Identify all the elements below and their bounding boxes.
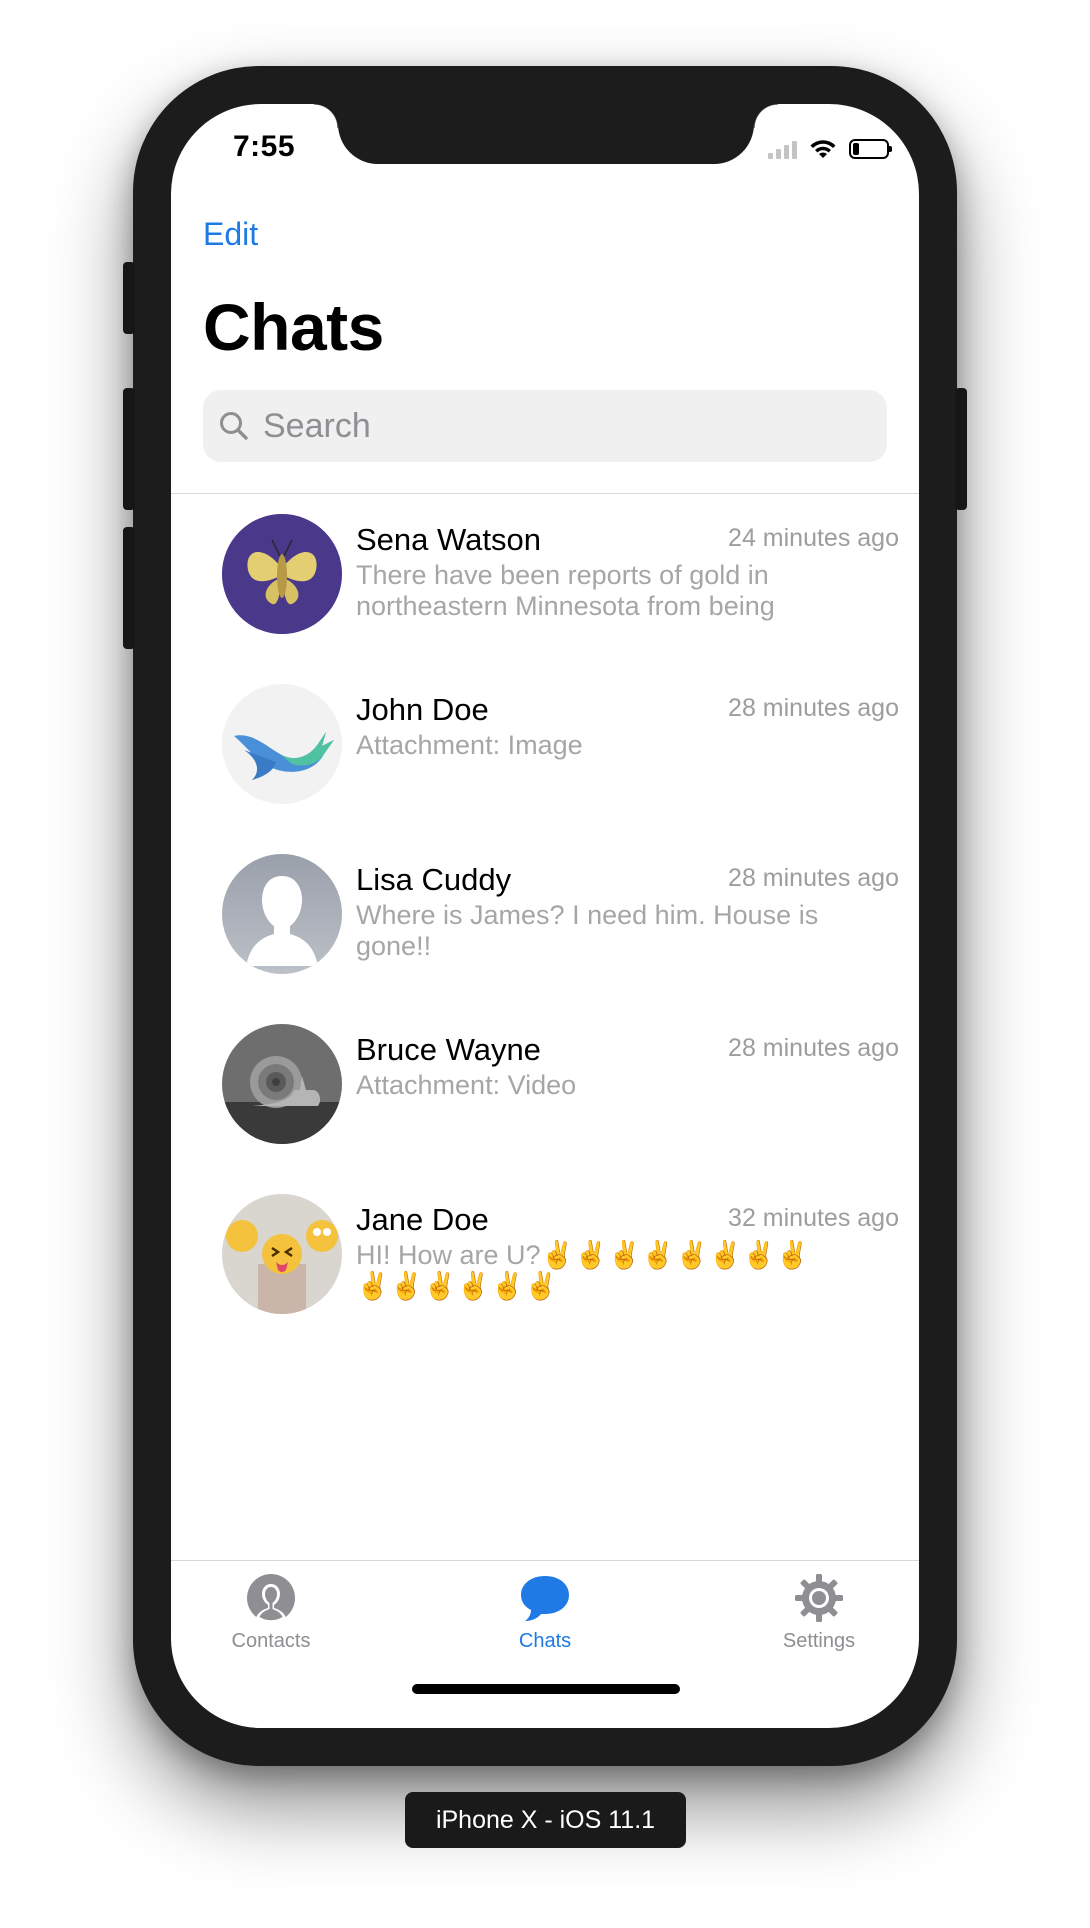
chat-preview: There have been reports of gold in north…: [356, 560, 775, 621]
chat-row[interactable]: Lisa Cuddy 28 minutes ago Where is James…: [171, 854, 919, 1024]
chat-name: Bruce Wayne: [356, 1032, 541, 1067]
tab-label: Chats: [518, 1630, 572, 1652]
chat-row[interactable]: Bruce Wayne 28 minutes ago Attachment: V…: [171, 1024, 919, 1194]
chat-time: 24 minutes ago: [728, 524, 899, 552]
tab-label: Settings: [782, 1630, 856, 1652]
butterfly-avatar-icon: [222, 514, 342, 634]
power-button: [955, 388, 967, 510]
volume-down-button: [123, 527, 135, 649]
tab-bar-divider: [171, 1560, 919, 1561]
avatar: [222, 1024, 342, 1144]
battery-icon: [849, 139, 892, 159]
chat-row[interactable]: Jane Doe 32 minutes ago HI! How are U?✌️…: [171, 1194, 919, 1364]
chat-name: Lisa Cuddy: [356, 862, 512, 897]
nav-divider: [171, 493, 919, 494]
bird-logo-avatar-icon: [222, 684, 342, 804]
person-circle-icon: [247, 1574, 295, 1624]
chat-time: 28 minutes ago: [728, 864, 899, 892]
phone-screen: 7:55 Edit Chats Search Sena Watson 24 mi…: [171, 104, 919, 1728]
search-icon: [220, 412, 248, 440]
chat-time: 28 minutes ago: [728, 694, 899, 722]
chat-time: 28 minutes ago: [728, 1034, 899, 1062]
emoji-group-avatar-icon: [222, 1194, 342, 1314]
silent-switch: [123, 262, 135, 334]
chat-preview: Attachment: Image: [356, 730, 583, 760]
gear-icon: [795, 1574, 843, 1622]
tab-settings[interactable]: Settings: [729, 1572, 909, 1668]
chat-row[interactable]: John Doe 28 minutes ago Attachment: Imag…: [171, 684, 919, 854]
battery-level: [853, 143, 859, 155]
signal-icon: [768, 139, 797, 159]
chat-bubble-icon: [521, 1576, 569, 1621]
avatar: [222, 854, 342, 974]
chat-preview: Attachment: Video: [356, 1070, 577, 1100]
home-indicator[interactable]: [412, 1684, 680, 1694]
chat-row[interactable]: Sena Watson 24 minutes ago There have be…: [171, 514, 919, 684]
wifi-icon: [810, 140, 836, 158]
chat-preview: HI! How are U?✌️✌️✌️✌️✌️✌️✌️✌️✌️✌️✌️✌️✌️…: [356, 1240, 810, 1301]
device-label: iPhone X - iOS 11.1: [405, 1792, 686, 1848]
phone-frame: 7:55 Edit Chats Search Sena Watson 24 mi…: [123, 66, 967, 1766]
status-time: 7:55: [233, 130, 296, 163]
status-icons: [768, 136, 892, 162]
chat-name: John Doe: [356, 692, 489, 727]
tab-chats[interactable]: Chats: [455, 1572, 635, 1668]
search-input[interactable]: [261, 405, 865, 447]
person-placeholder-avatar-icon: [222, 854, 342, 974]
simulator-stage: 7:55 Edit Chats Search Sena Watson 24 mi…: [0, 0, 1090, 1928]
avatar: [222, 514, 342, 634]
edit-button[interactable]: Edit: [203, 216, 258, 253]
snail-avatar-icon: [222, 1024, 342, 1144]
chat-time: 32 minutes ago: [728, 1204, 899, 1232]
page-title: Chats: [203, 290, 384, 364]
chat-name: Jane Doe: [356, 1202, 489, 1237]
avatar: [222, 684, 342, 804]
search-bar[interactable]: [203, 390, 887, 462]
avatar: [222, 1194, 342, 1314]
notch: [314, 104, 778, 164]
tab-label: Contacts: [231, 1630, 311, 1652]
chat-preview: Where is James? I need him. House is gon…: [356, 900, 819, 961]
volume-up-button: [123, 388, 135, 510]
tab-contacts[interactable]: Contacts: [181, 1572, 361, 1668]
chat-list: Sena Watson 24 minutes ago There have be…: [171, 514, 919, 1364]
chat-name: Sena Watson: [356, 522, 541, 557]
